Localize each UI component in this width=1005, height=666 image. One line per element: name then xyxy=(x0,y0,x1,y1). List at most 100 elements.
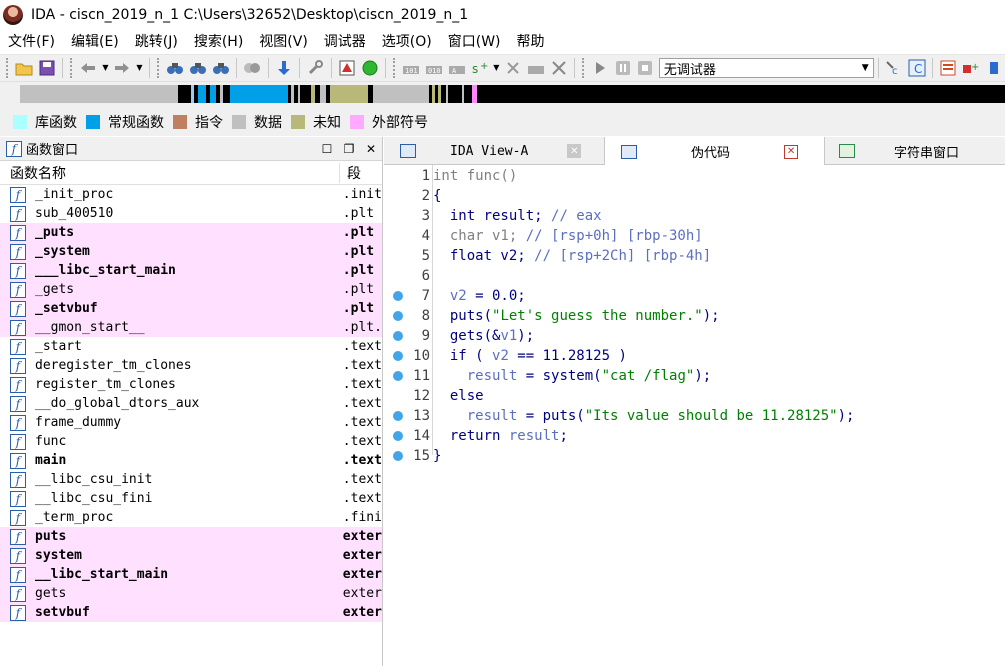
code-line[interactable]: 3 int result; // eax xyxy=(384,206,1005,226)
menu-edit[interactable]: 编辑(E) xyxy=(63,30,127,54)
dropdown-arrow-icon[interactable]: ▼ xyxy=(492,57,501,79)
code-line[interactable]: 14 return result; xyxy=(384,426,1005,446)
decompile-c-icon[interactable]: C xyxy=(906,57,927,79)
menu-windows[interactable]: 窗口(W) xyxy=(440,30,509,54)
menu-options[interactable]: 选项(O) xyxy=(374,30,440,54)
binoculars-bytes-icon[interactable] xyxy=(210,57,231,79)
menu-search[interactable]: 搜索(H) xyxy=(186,30,251,54)
menu-debugger[interactable]: 调试器 xyxy=(316,30,374,54)
debugger-attach-icon[interactable]: c xyxy=(884,57,905,79)
binoculars-search-icon[interactable] xyxy=(165,57,186,79)
toolbar-grip[interactable] xyxy=(157,58,161,78)
jump-down-arrow-icon[interactable] xyxy=(274,57,295,79)
find-next-icon[interactable] xyxy=(242,57,263,79)
menu-file[interactable]: 文件(F) xyxy=(0,30,63,54)
code-line[interactable]: 7 v2 = 0.0; xyxy=(384,286,1005,306)
function-row[interactable]: f main .text xyxy=(0,451,382,470)
tab-strings-window[interactable]: 字符串窗口 xyxy=(825,137,1005,165)
function-row[interactable]: f func .text xyxy=(0,432,382,451)
function-row[interactable]: f puts exter xyxy=(0,527,382,546)
function-row[interactable]: f _start .text xyxy=(0,337,382,356)
code-line[interactable]: 12 else xyxy=(384,386,1005,406)
menu-view[interactable]: 视图(V) xyxy=(251,30,316,54)
function-row[interactable]: f gets exter xyxy=(0,584,382,603)
toolbar-grip[interactable] xyxy=(70,58,74,78)
toolbar-grip[interactable] xyxy=(581,58,586,78)
close-icon[interactable]: ✕ xyxy=(360,142,382,156)
menu-jump[interactable]: 跳转(J) xyxy=(127,30,186,54)
code-line[interactable]: 15} xyxy=(384,446,1005,466)
function-row[interactable]: f __do_global_dtors_aux .text xyxy=(0,394,382,413)
function-row[interactable]: f setvbuf exter xyxy=(0,603,382,622)
navigation-band-strip[interactable] xyxy=(20,85,1005,103)
make-code-icon[interactable]: 101 xyxy=(401,57,422,79)
tab-pseudocode[interactable]: 伪代码 ✕ xyxy=(604,137,825,166)
breakpoint-dot-icon[interactable] xyxy=(393,431,403,441)
function-row[interactable]: f _init_proc .init xyxy=(0,185,382,204)
toolbar-grip[interactable] xyxy=(6,58,10,78)
code-line[interactable]: 8 puts("Let's guess the number."); xyxy=(384,306,1005,326)
breakpoint-dot-icon[interactable] xyxy=(393,411,403,421)
stop-icon[interactable] xyxy=(635,57,656,79)
restore-icon[interactable]: ❐ xyxy=(338,142,360,156)
column-segment[interactable]: 段 xyxy=(339,162,382,183)
breakpoint-dot-icon[interactable] xyxy=(393,351,403,361)
breakpoint-dot-icon[interactable] xyxy=(393,371,403,381)
navigation-band[interactable] xyxy=(0,82,1005,108)
breakpoint-dot-icon[interactable] xyxy=(393,291,403,301)
function-row[interactable]: f _setvbuf .plt xyxy=(0,299,382,318)
struct-offset-icon[interactable] xyxy=(503,57,524,79)
function-row[interactable]: f __libc_csu_fini .text xyxy=(0,489,382,508)
code-line[interactable]: 5 float v2; // [rsp+2Ch] [rbp-4h] xyxy=(384,246,1005,266)
open-folder-icon[interactable] xyxy=(14,57,35,79)
run-green-circle-icon[interactable] xyxy=(359,57,380,79)
undefine-x-icon[interactable] xyxy=(548,57,569,79)
function-row[interactable]: f _puts .plt xyxy=(0,223,382,242)
code-line[interactable]: 1 int func() xyxy=(384,166,1005,186)
debugger-select[interactable]: 无调试器 ▼ xyxy=(658,58,874,78)
make-array-icon[interactable] xyxy=(526,57,547,79)
function-row[interactable]: f __libc_csu_init .text xyxy=(0,470,382,489)
breakpoint-dot-icon[interactable] xyxy=(393,331,403,341)
code-line[interactable]: 11 result = system("cat /flag"); xyxy=(384,366,1005,386)
function-row[interactable]: f _term_proc .fini xyxy=(0,508,382,527)
windows-list-icon[interactable] xyxy=(938,57,959,79)
toolbar-more-icon[interactable] xyxy=(983,57,1004,79)
make-data-icon[interactable]: 010 xyxy=(424,57,445,79)
back-arrow-icon[interactable] xyxy=(78,57,99,79)
column-function-name[interactable]: 函数名称 xyxy=(0,163,339,183)
code-line[interactable]: 6 xyxy=(384,266,1005,286)
code-line[interactable]: 2{ xyxy=(384,186,1005,206)
save-icon[interactable] xyxy=(37,57,58,79)
code-line[interactable]: 9 gets(&v1); xyxy=(384,326,1005,346)
forward-arrow-icon[interactable] xyxy=(112,57,133,79)
code-line[interactable]: 10 if ( v2 == 11.28125 ) xyxy=(384,346,1005,366)
back-dropdown-icon[interactable]: ▼ xyxy=(101,57,110,79)
function-row[interactable]: f ___libc_start_main .plt xyxy=(0,261,382,280)
toolbar-grip[interactable] xyxy=(393,58,397,78)
function-row[interactable]: f _system .plt xyxy=(0,242,382,261)
breakpoint-dot-icon[interactable] xyxy=(393,451,403,461)
function-row[interactable]: f system exter xyxy=(0,546,382,565)
make-string-icon[interactable]: s + xyxy=(469,57,490,79)
binoculars-text-icon[interactable] xyxy=(188,57,209,79)
breakpoint-dot-icon[interactable] xyxy=(393,311,403,321)
play-icon[interactable] xyxy=(590,57,611,79)
function-row[interactable]: f deregister_tm_clones .text xyxy=(0,356,382,375)
function-row[interactable]: f _gets .plt xyxy=(0,280,382,299)
make-ascii-icon[interactable]: A xyxy=(446,57,467,79)
close-icon[interactable]: ✕ xyxy=(784,144,799,159)
forward-dropdown-icon[interactable]: ▼ xyxy=(135,57,144,79)
pseudocode-editor[interactable]: 1 int func() 2{3 int result; // eax 4 char … xyxy=(384,165,1005,666)
close-icon[interactable]: ✕ xyxy=(567,144,582,158)
code-line[interactable]: 13 result = puts("Its value should be 11… xyxy=(384,406,1005,426)
maximize-icon[interactable]: ☐ xyxy=(316,142,338,156)
function-row[interactable]: f __libc_start_main exter xyxy=(0,565,382,584)
menu-help[interactable]: 帮助 xyxy=(509,30,553,54)
pause-icon[interactable] xyxy=(612,57,633,79)
code-line[interactable]: 4 char v1; // [rsp+0h] [rbp-30h] xyxy=(384,226,1005,246)
wrench-icon[interactable] xyxy=(305,57,326,79)
function-row[interactable]: f register_tm_clones .text xyxy=(0,375,382,394)
tab-ida-view-a[interactable]: IDA View-A ✕ xyxy=(384,137,604,165)
plugins-icon[interactable]: + xyxy=(961,57,982,79)
